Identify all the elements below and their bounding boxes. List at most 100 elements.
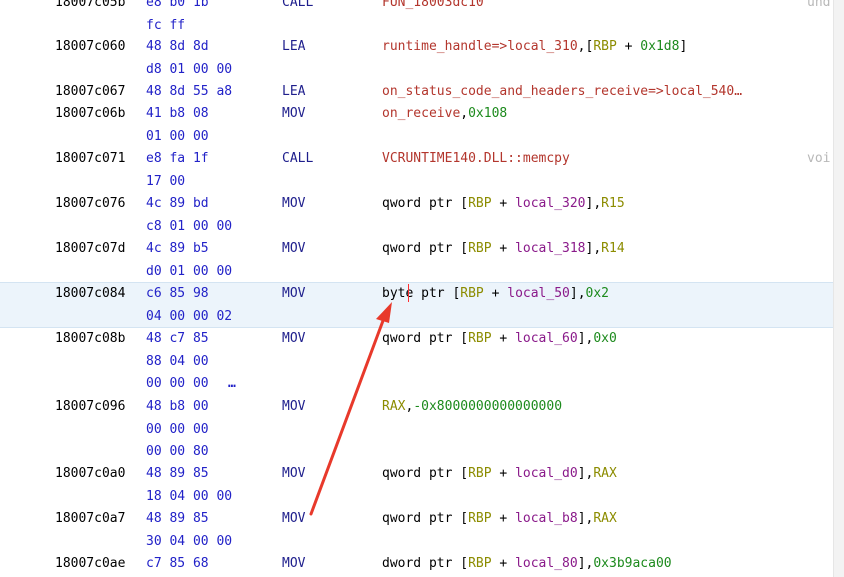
row-mnemonic[interactable]: MOV: [282, 508, 305, 530]
row-bytes: 04 00 00 02: [146, 308, 233, 324]
listing-row[interactable]: 18007c0a0 48 89 85 MOV qword ptr [RBP + loc…: [0, 463, 833, 485]
listing-row-continuation: d8 01 00 00: [0, 59, 833, 81]
row-mnemonic[interactable]: MOV: [282, 328, 305, 350]
row-operands[interactable]: qword ptr [RBP + local_d0],RAX: [382, 463, 617, 485]
operand-token[interactable]: R15: [601, 196, 624, 211]
row-address[interactable]: 18007c071: [55, 148, 125, 170]
operand-token[interactable]: RBP: [468, 331, 491, 346]
row-bytes: 48 c7 85: [146, 331, 209, 346]
row-address[interactable]: 18007c05b: [55, 0, 125, 14]
row-mnemonic[interactable]: MOV: [282, 103, 305, 125]
operand-token[interactable]: runtime_handle=>local_310: [382, 39, 578, 54]
operand-token[interactable]: RBP: [460, 286, 483, 301]
row-address[interactable]: 18007c08b: [55, 328, 125, 350]
operand-token[interactable]: 0x108: [468, 106, 507, 121]
operand-token[interactable]: RAX: [593, 511, 616, 526]
row-bytes: c8 01 00 00: [146, 218, 233, 234]
row-mnemonic[interactable]: MOV: [282, 463, 305, 485]
listing-row[interactable]: 18007c06b 41 b8 08 MOV on_receive,0x108: [0, 103, 833, 125]
operand-token[interactable]: 0x0: [593, 331, 616, 346]
operand-token[interactable]: RBP: [593, 39, 616, 54]
listing-row[interactable]: 18007c0a7 48 89 85 MOV qword ptr [RBP + loc…: [0, 508, 833, 530]
operand-token[interactable]: local_318: [515, 241, 585, 256]
row-bytes: 48 89 85: [146, 511, 209, 526]
row-mnemonic[interactable]: MOV: [282, 396, 305, 418]
operand-token: ],: [585, 241, 602, 256]
row-operands[interactable]: qword ptr [RBP + local_318],R14: [382, 238, 625, 260]
listing-row[interactable]: 18007c096 48 b8 00 MOV RAX,-0x8000000000000…: [0, 396, 833, 418]
row-mnemonic[interactable]: LEA: [282, 36, 305, 58]
row-address[interactable]: 18007c084: [55, 283, 125, 305]
row-operands[interactable]: qword ptr [RBP + local_320],R15: [382, 193, 625, 215]
row-operands[interactable]: dword ptr [RBP + local_80],0x3b9aca00: [382, 553, 672, 575]
operand-token: qword ptr [: [382, 511, 469, 526]
row-mnemonic[interactable]: MOV: [282, 193, 305, 215]
row-bytes: 88 04 00: [146, 353, 209, 369]
row-operands[interactable]: runtime_handle=>local_310,[RBP + 0x1d8]: [382, 36, 687, 58]
operand-token[interactable]: RBP: [468, 511, 491, 526]
operand-token[interactable]: 0x1d8: [640, 39, 679, 54]
listing-row[interactable]: 18007c071 e8 fa 1f CALL VCRUNTIME140.DLL::m…: [0, 148, 833, 170]
row-operands[interactable]: on_status_code_and_headers_receive=>loca…: [382, 81, 742, 103]
row-bytes: 4c 89 bd: [146, 196, 209, 211]
listing-row[interactable]: 18007c0ae c7 85 68 MOV dword ptr [RBP + loc…: [0, 553, 833, 575]
operand-token[interactable]: 0x2: [586, 286, 609, 301]
operand-token: ],: [569, 286, 586, 301]
operand-token[interactable]: RBP: [468, 556, 491, 571]
row-address[interactable]: 18007c07d: [55, 238, 125, 260]
row-operands[interactable]: VCRUNTIME140.DLL::memcpy: [382, 148, 570, 170]
row-operands[interactable]: FUN_18003dc10: [382, 0, 484, 14]
operand-token[interactable]: RBP: [468, 466, 491, 481]
listing-row[interactable]: 18007c07d 4c 89 b5 MOV qword ptr [RBP + loc…: [0, 238, 833, 260]
row-address[interactable]: 18007c060: [55, 36, 125, 58]
operand-token[interactable]: -0x8000000000000000: [413, 399, 562, 414]
operand-token[interactable]: FUN_18003dc10: [382, 0, 484, 10]
operand-token[interactable]: on_status_code_and_headers_receive=>loca…: [382, 84, 742, 99]
operand-token[interactable]: RAX: [593, 466, 616, 481]
row-mnemonic[interactable]: MOV: [282, 553, 305, 575]
vertical-scrollbar[interactable]: [833, 0, 844, 577]
assembly-listing[interactable]: 18007c05b e8 b0 1b CALL FUN_18003dc10 und fc …: [0, 0, 833, 577]
listing-row[interactable]: 18007c076 4c 89 bd MOV qword ptr [RBP + loc…: [0, 193, 833, 215]
operand-token[interactable]: 0x3b9aca00: [593, 556, 671, 571]
row-mnemonic[interactable]: MOV: [282, 283, 305, 305]
row-mnemonic[interactable]: CALL: [282, 0, 313, 14]
listing-row[interactable]: 18007c060 48 8d 8d LEA runtime_handle=>loca…: [0, 36, 833, 58]
operand-token[interactable]: local_320: [515, 196, 585, 211]
listing-row[interactable]: 18007c067 48 8d 55 a8 LEA on_status_code_an…: [0, 81, 833, 103]
operand-token[interactable]: RAX: [382, 399, 405, 414]
listing-row[interactable]: 18007c05b e8 b0 1b CALL FUN_18003dc10 und: [0, 0, 833, 14]
row-operands[interactable]: qword ptr [RBP + local_b8],RAX: [382, 508, 617, 530]
row-mnemonic[interactable]: LEA: [282, 81, 305, 103]
row-address[interactable]: 18007c096: [55, 396, 125, 418]
row-operands[interactable]: qword ptr [RBP + local_60],0x0: [382, 328, 617, 350]
row-address[interactable]: 18007c067: [55, 81, 125, 103]
row-address[interactable]: 18007c0ae: [55, 553, 125, 575]
bytes-ellipsis[interactable]: …: [228, 373, 236, 395]
operand-token[interactable]: R14: [601, 241, 624, 256]
row-address[interactable]: 18007c0a7: [55, 508, 125, 530]
operand-token[interactable]: local_50: [507, 286, 570, 301]
operand-token[interactable]: on_receive: [382, 106, 460, 121]
row-mnemonic[interactable]: CALL: [282, 148, 313, 170]
row-mnemonic[interactable]: MOV: [282, 238, 305, 260]
operand-token[interactable]: RBP: [468, 241, 491, 256]
operand-token[interactable]: local_80: [515, 556, 578, 571]
row-address[interactable]: 18007c076: [55, 193, 125, 215]
row-address[interactable]: 18007c06b: [55, 103, 125, 125]
operand-token: qword ptr [: [382, 196, 469, 211]
row-operands[interactable]: on_receive,0x108: [382, 103, 507, 125]
operand-token[interactable]: RBP: [468, 196, 491, 211]
operand-token[interactable]: VCRUNTIME140.DLL::memcpy: [382, 151, 570, 166]
listing-row-continuation: 00 00 80: [0, 441, 833, 463]
row-operands[interactable]: RAX,-0x8000000000000000: [382, 396, 562, 418]
row-operands[interactable]: byte ptr [RBP + local_50],0x2: [382, 283, 609, 305]
row-bytes: 00 00 00: [146, 376, 209, 391]
operand-token[interactable]: local_d0: [515, 466, 578, 481]
listing-row[interactable]: 18007c08b 48 c7 85 MOV qword ptr [RBP + loc…: [0, 328, 833, 350]
operand-token: +: [491, 466, 516, 481]
operand-token[interactable]: local_b8: [515, 511, 578, 526]
row-address[interactable]: 18007c0a0: [55, 463, 125, 485]
operand-token[interactable]: local_60: [515, 331, 578, 346]
listing-row[interactable]: 18007c084 c6 85 98 MOV byte ptr [RBP + loca…: [0, 283, 833, 305]
